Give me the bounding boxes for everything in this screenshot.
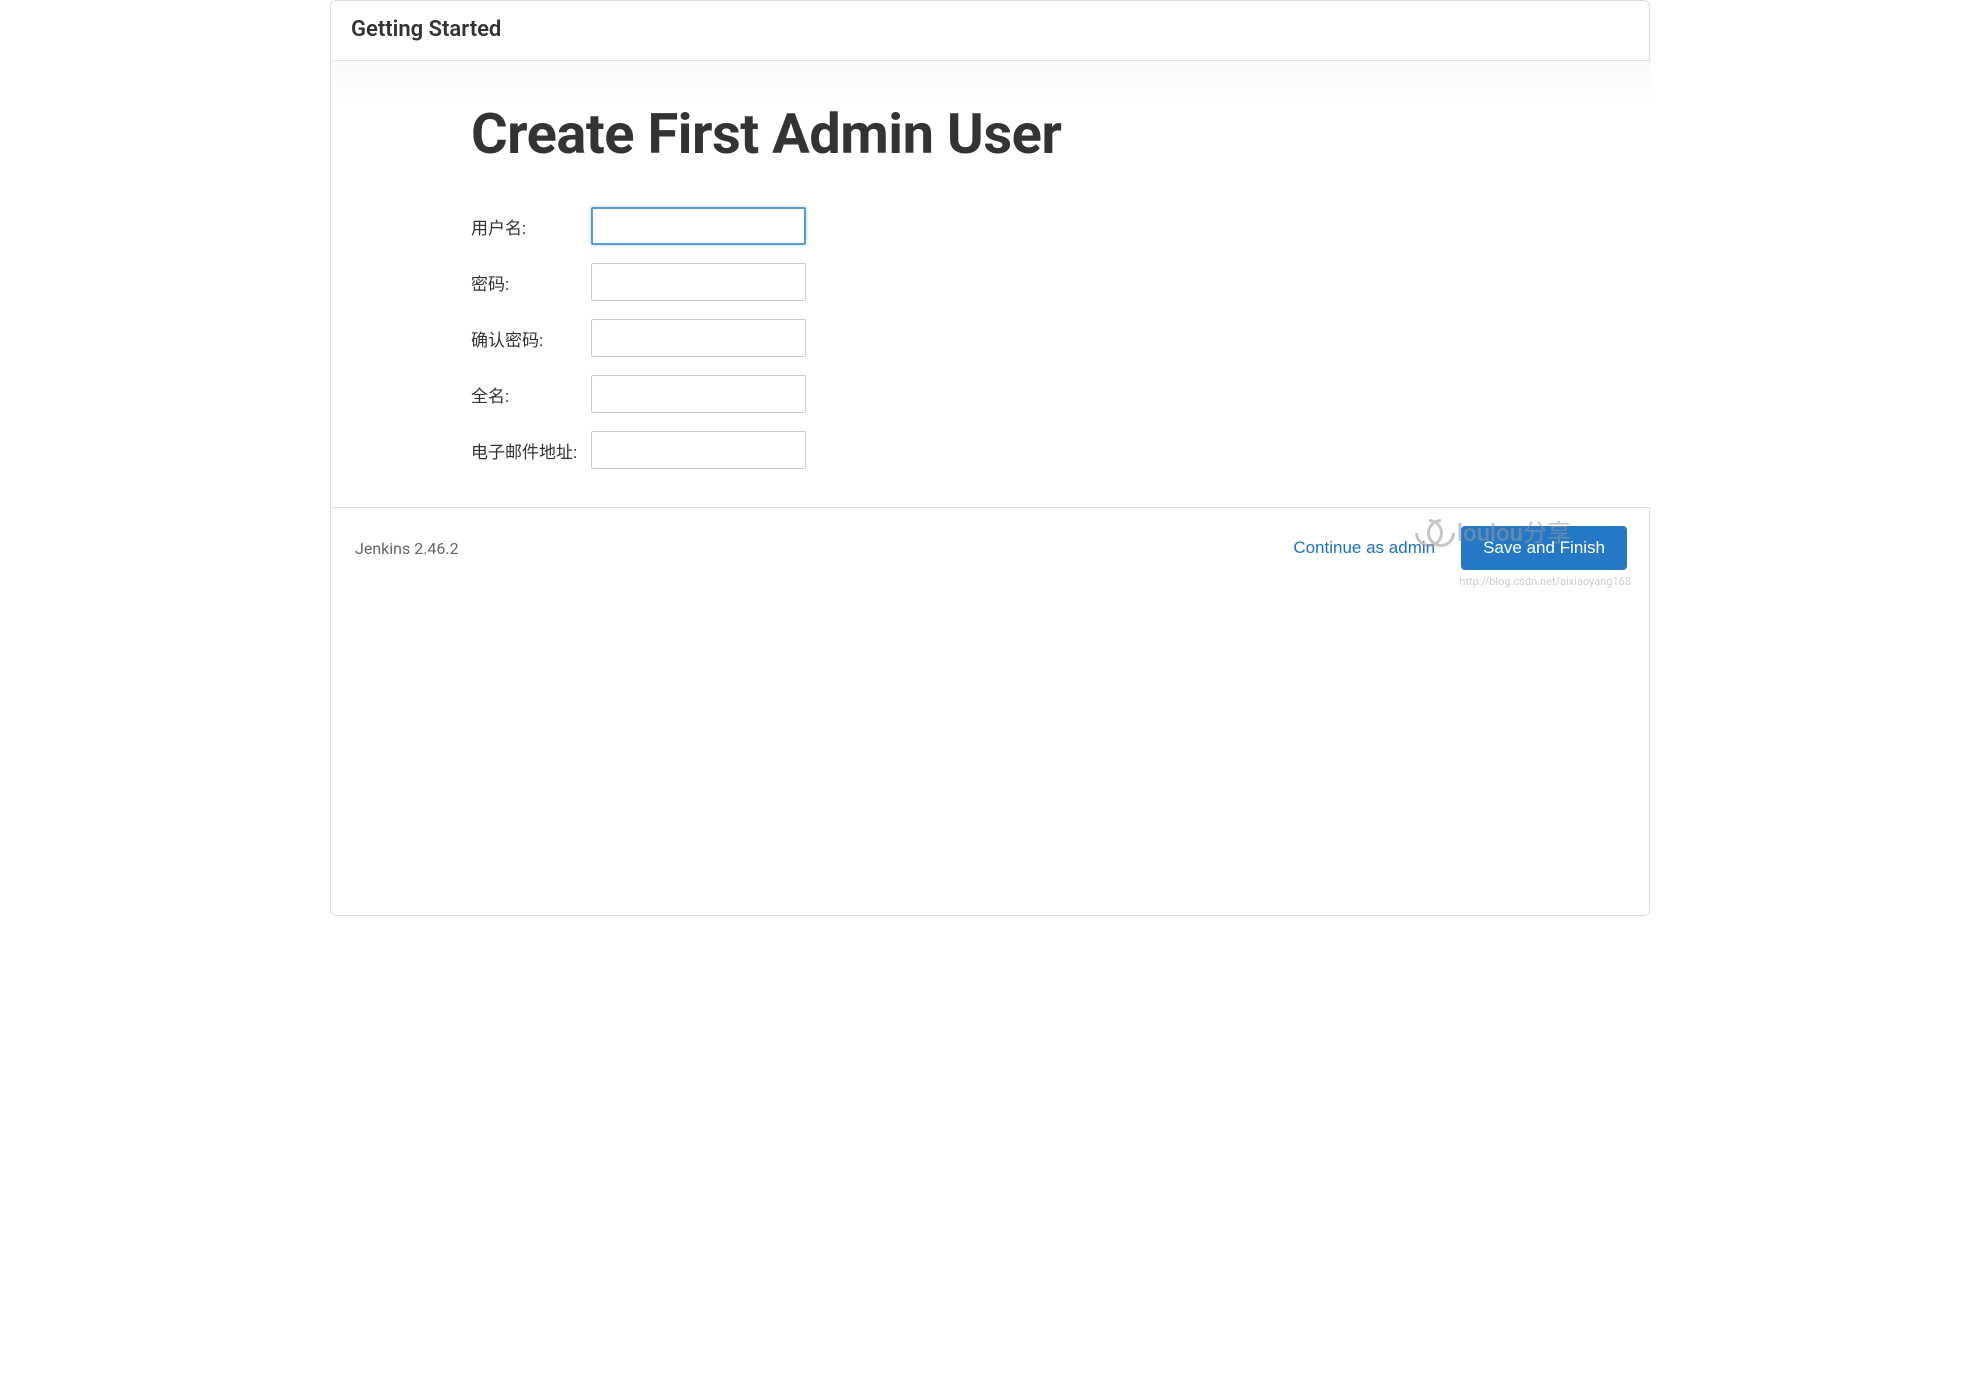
- confirm-password-label: 确认密码:: [471, 326, 591, 351]
- form-row-password: 密码:: [471, 263, 1591, 301]
- content-area: Create First Admin User 用户名: 密码: 确认密码: 全…: [331, 61, 1651, 507]
- footer: Jenkins 2.46.2 Continue as admin Save an…: [331, 507, 1651, 588]
- fullname-input[interactable]: [591, 375, 806, 413]
- save-and-finish-button[interactable]: Save and Finish: [1461, 526, 1627, 570]
- form-row-username: 用户名:: [471, 207, 1591, 245]
- confirm-password-input[interactable]: [591, 319, 806, 357]
- form-row-confirm-password: 确认密码:: [471, 319, 1591, 357]
- version-text: Jenkins 2.46.2: [355, 539, 459, 558]
- username-label: 用户名:: [471, 214, 591, 239]
- password-label: 密码:: [471, 270, 591, 295]
- admin-user-form: 用户名: 密码: 确认密码: 全名: 电子邮件地址:: [471, 207, 1591, 469]
- form-row-fullname: 全名:: [471, 375, 1591, 413]
- continue-as-admin-link[interactable]: Continue as admin: [1289, 530, 1439, 566]
- password-input[interactable]: [591, 263, 806, 301]
- header-title: Getting Started: [351, 17, 1631, 42]
- footer-actions: Continue as admin Save and Finish: [1289, 526, 1627, 570]
- fullname-label: 全名:: [471, 382, 591, 407]
- email-label: 电子邮件地址:: [471, 438, 591, 463]
- username-input[interactable]: [591, 207, 806, 245]
- email-input[interactable]: [591, 431, 806, 469]
- form-row-email: 电子邮件地址:: [471, 431, 1591, 469]
- header: Getting Started: [331, 1, 1651, 61]
- page-heading: Create First Admin User: [471, 101, 1591, 167]
